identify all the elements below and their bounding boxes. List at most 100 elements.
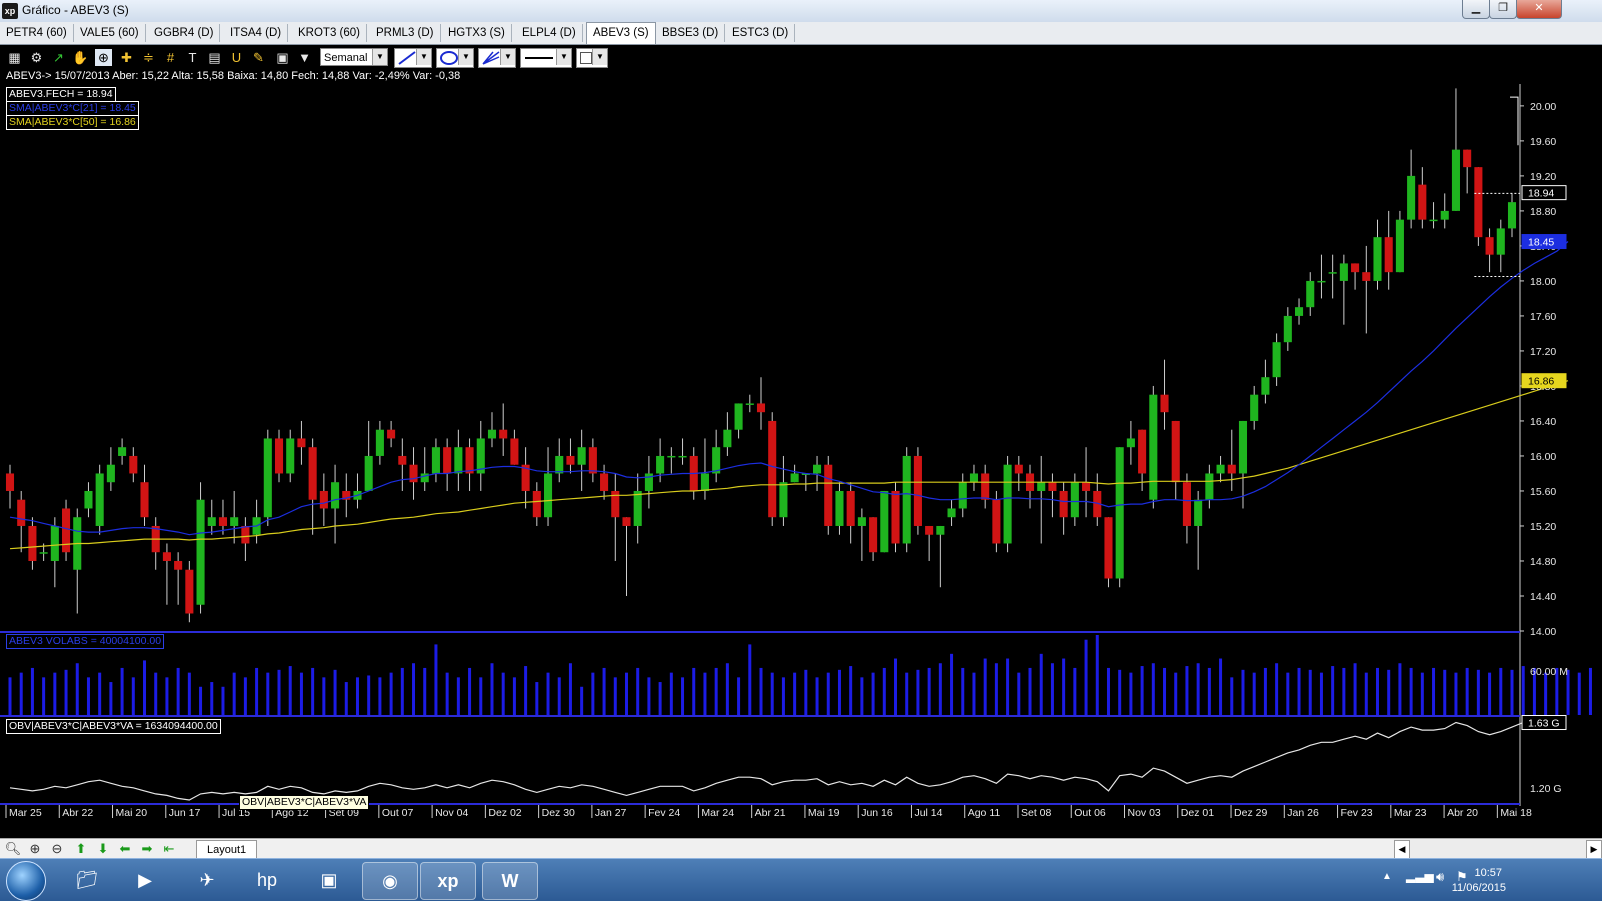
candle-body xyxy=(487,429,497,439)
explorer-icon[interactable]: 📁︎ xyxy=(60,862,114,898)
scroll-right-icon[interactable]: ▶ xyxy=(1586,840,1602,859)
clock-time[interactable]: 10:57 xyxy=(1474,867,1502,879)
grid-icon[interactable]: # xyxy=(162,49,179,66)
volume-bar xyxy=(1073,667,1077,715)
candle-body xyxy=(543,473,553,518)
media-player-icon[interactable]: ▶ xyxy=(118,862,172,898)
layout-tab[interactable]: Layout1 xyxy=(196,840,258,859)
crosshair-icon[interactable]: ✚ xyxy=(118,49,135,66)
minimize-button[interactable]: ▁ xyxy=(1462,0,1490,19)
archive-icon[interactable]: ▣ xyxy=(302,862,356,898)
search-icon[interactable]: 🔍︎ xyxy=(4,840,22,858)
app-logo-icon: xp xyxy=(2,3,18,19)
arrow-up-icon[interactable]: ⬆ xyxy=(72,840,90,858)
arrow-left-icon[interactable]: ⬅ xyxy=(116,840,134,858)
hand-icon[interactable]: ✋ xyxy=(72,49,89,66)
volume-bar xyxy=(1521,666,1525,715)
color-swatch xyxy=(580,52,592,64)
period-select[interactable]: Semanal ▼ xyxy=(320,48,388,66)
filter-icon[interactable]: ▼ xyxy=(296,49,313,66)
line-style-select[interactable]: ▼ xyxy=(520,48,572,68)
color-select[interactable]: ▼ xyxy=(576,48,608,68)
candle-body xyxy=(745,403,754,405)
candle-body xyxy=(902,455,911,544)
chart-type-icon[interactable]: ▦ xyxy=(6,49,23,66)
candle-body xyxy=(207,517,216,526)
tab-bbse3[interactable]: BBSE3 (D) xyxy=(656,24,726,42)
volume-bar xyxy=(557,677,561,715)
hp-icon[interactable]: hp xyxy=(240,862,294,898)
tab-abev3[interactable]: ABEV3 (S) xyxy=(586,22,656,44)
chrome-icon[interactable]: ◉ xyxy=(362,862,418,900)
close-button[interactable]: ✕ xyxy=(1516,0,1562,19)
volume-bar xyxy=(277,669,281,715)
volume-bar xyxy=(1588,667,1592,715)
tab-estc3[interactable]: ESTC3 (D) xyxy=(726,24,796,42)
volume-bar xyxy=(75,663,79,715)
zoom-icon[interactable]: ⊕ xyxy=(95,49,112,66)
volume-bar xyxy=(658,682,662,715)
volume-bar xyxy=(524,666,528,715)
tab-petr4[interactable]: PETR4 (60) xyxy=(0,24,74,42)
candle-body xyxy=(734,403,743,430)
price-chart[interactable]: 20.0019.6019.2018.8018.4018.0017.6017.20… xyxy=(0,84,1602,838)
tray-expand-icon[interactable]: ▲ xyxy=(1382,871,1392,882)
candle-body xyxy=(1474,167,1483,238)
arrow-first-icon[interactable]: ⇤ xyxy=(160,840,178,858)
text-tool-icon[interactable]: T xyxy=(184,49,201,66)
volume-icon[interactable]: 🔊︎ xyxy=(1436,869,1444,885)
network-icon[interactable]: ✈ xyxy=(180,862,234,898)
line-tool-select[interactable]: ▼ xyxy=(394,48,432,68)
candle-body xyxy=(129,455,138,474)
candle-body xyxy=(1149,394,1158,500)
arrow-down-icon[interactable]: ⬇ xyxy=(94,840,112,858)
tab-krot3[interactable]: KROT3 (60) xyxy=(292,24,367,42)
volume-bar xyxy=(748,644,752,715)
candle-body xyxy=(1407,175,1416,220)
signal-icon[interactable]: ▂▃▅ xyxy=(1406,869,1434,883)
scroll-left-icon[interactable]: ◀ xyxy=(1394,840,1410,859)
price-axis: 20.0019.6019.2018.8018.4018.0017.6017.20… xyxy=(1520,101,1568,795)
clock-date[interactable]: 11/06/2015 xyxy=(1452,882,1506,894)
arrow-right-icon[interactable]: ➡ xyxy=(138,840,156,858)
zoom-out-icon[interactable]: ⊖ xyxy=(48,840,66,858)
tab-ggbr4[interactable]: GGBR4 (D) xyxy=(148,24,221,42)
candle-body xyxy=(1250,394,1259,421)
volume-bar xyxy=(1308,669,1312,715)
candle-body xyxy=(1317,280,1326,283)
sma50-line xyxy=(9,380,1569,550)
word-icon[interactable]: W xyxy=(482,862,538,900)
maximize-button[interactable]: ❐ xyxy=(1489,0,1517,19)
candle-body xyxy=(992,499,1001,544)
start-orb-icon[interactable] xyxy=(6,861,46,901)
price-tick-label: 14.80 xyxy=(1530,556,1556,568)
volume-bar xyxy=(1241,669,1245,715)
fan-tool-select[interactable]: ▼ xyxy=(478,48,516,68)
volume-bar xyxy=(591,672,595,715)
volume-bar xyxy=(1275,663,1279,715)
zoom-in-icon[interactable]: ⊕ xyxy=(26,840,44,858)
volume-bar xyxy=(187,672,191,715)
magnet-icon[interactable]: U xyxy=(228,49,245,66)
tab-itsa4[interactable]: ITSA4 (D) xyxy=(224,24,289,42)
candle-body xyxy=(5,473,15,491)
eraser-icon[interactable]: ✎ xyxy=(250,49,267,66)
horizontal-lines-icon[interactable]: ≑ xyxy=(140,49,157,66)
legend-volume: ABEV3 VOLABS = 40004100.00 xyxy=(6,634,165,649)
horizontal-scrollbar[interactable]: ◀ ▶ xyxy=(1394,838,1602,859)
volume-bar xyxy=(1129,672,1133,715)
volume-bar xyxy=(389,672,393,715)
tab-vale5[interactable]: VALE5 (60) xyxy=(74,24,146,42)
calculator-icon[interactable]: ▤ xyxy=(206,49,223,66)
chevron-down-icon: ▼ xyxy=(592,49,607,65)
gear-icon[interactable]: ⚙ xyxy=(28,49,45,66)
candle-body xyxy=(1463,149,1472,168)
xp-icon[interactable]: xp xyxy=(420,862,476,900)
volume-bar xyxy=(1319,672,1323,715)
ellipse-tool-select[interactable]: ▼ xyxy=(436,48,474,68)
tab-hgtx3[interactable]: HGTX3 (S) xyxy=(442,24,512,42)
trend-icon[interactable]: ↗ xyxy=(50,49,67,66)
lock-icon[interactable]: ▣ xyxy=(274,49,291,66)
tab-elpl4[interactable]: ELPL4 (D) xyxy=(516,24,583,42)
tab-prml3[interactable]: PRML3 (D) xyxy=(370,24,441,42)
